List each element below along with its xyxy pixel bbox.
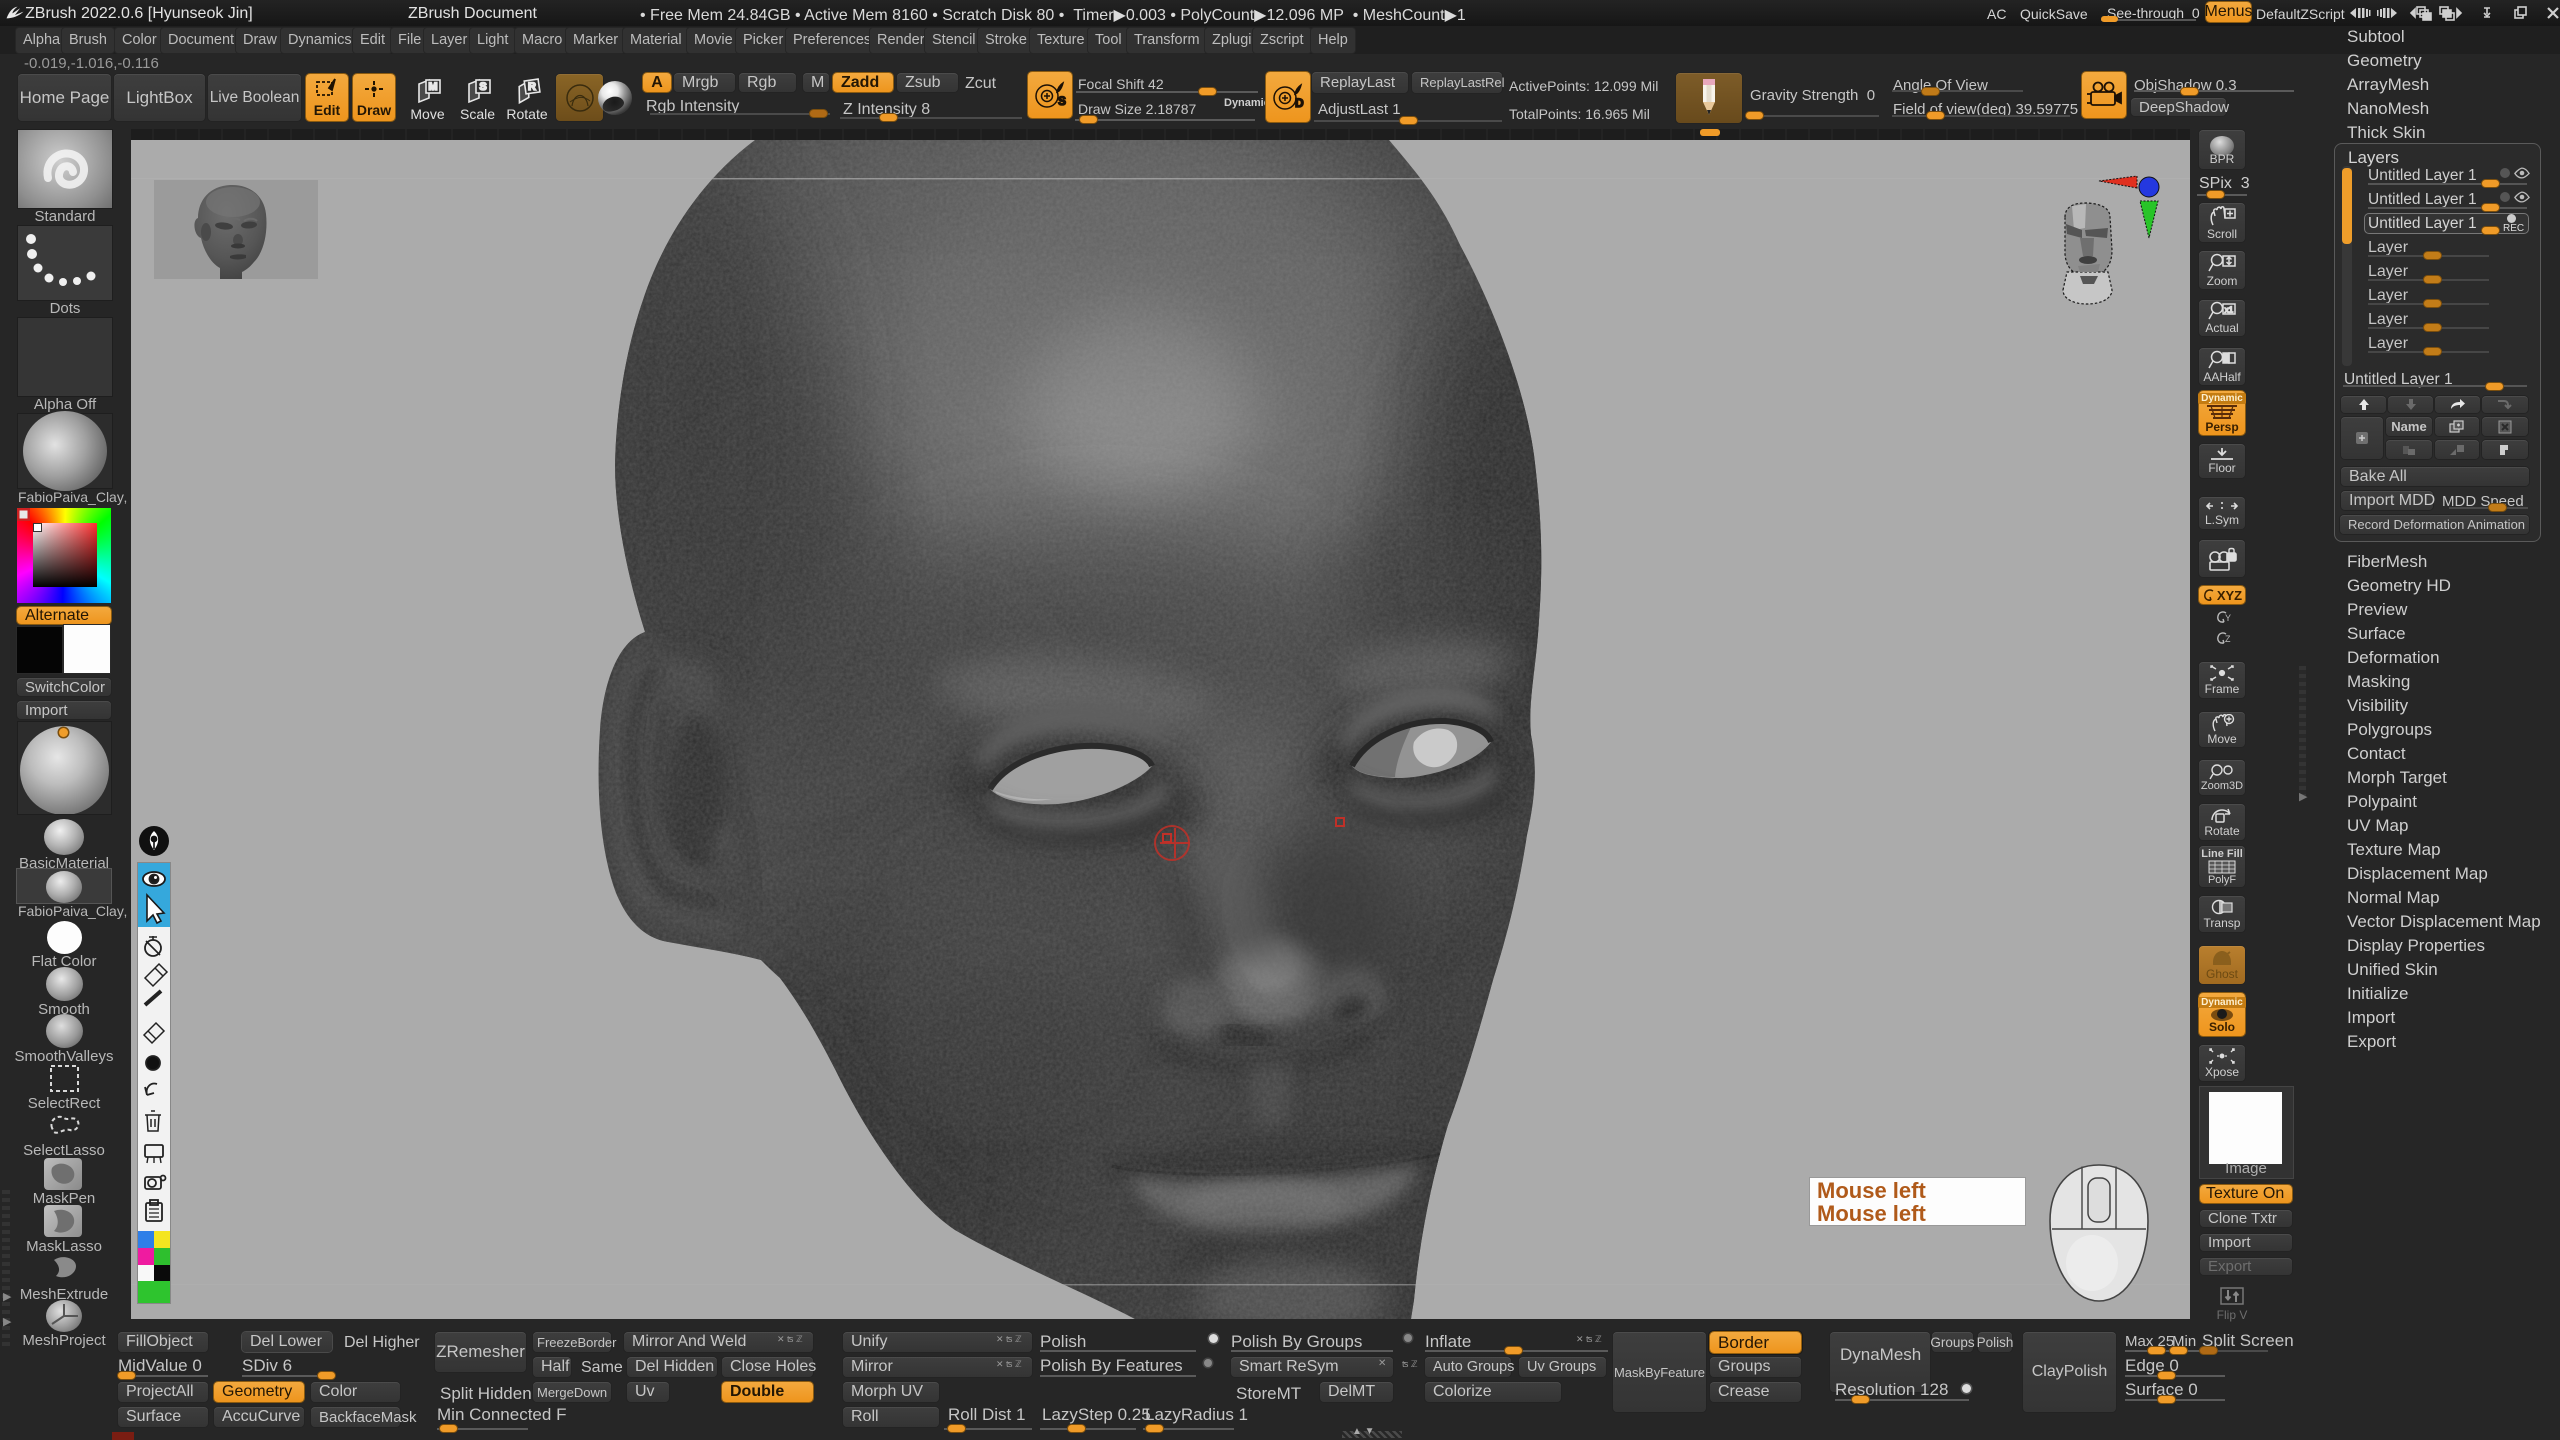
svg-text:x1: x1 [2225,306,2234,315]
svg-text:D: D [1295,96,1304,110]
svg-text:Y: Y [2225,613,2231,623]
svg-text:Z: Z [2225,634,2231,644]
svg-text:S: S [1058,94,1066,108]
svg-text:R: R [528,81,536,93]
svg-text:S: S [479,81,486,93]
svg-text:M: M [428,81,437,93]
